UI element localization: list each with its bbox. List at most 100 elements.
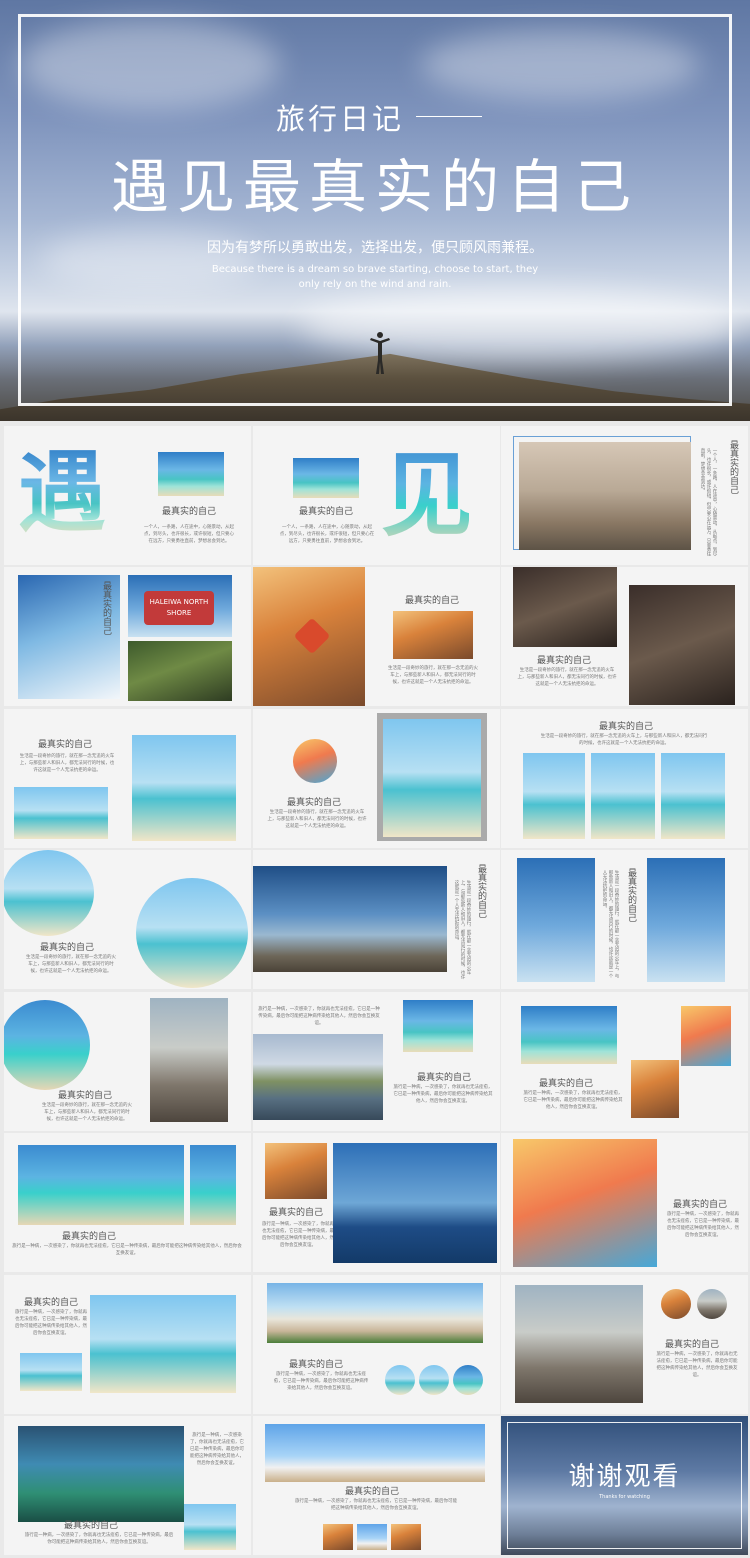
slide-19[interactable]: 最真实的自己 旅行是一种病，一次感染了，你就再也无法痊愈，它已是一种传染病，最后… bbox=[4, 1275, 251, 1414]
photo-boat-detail bbox=[190, 1145, 236, 1225]
slide-body-text: 旅行是一种病，一次感染了，你就再也无法痊愈，它已是一种传染病，最后你可能把这种病… bbox=[24, 1533, 174, 1545]
slide-caption: 最真实的自己 bbox=[62, 1232, 117, 1242]
slide-caption: 最真实的自己 bbox=[58, 1091, 113, 1101]
slide-caption-vertical: 最真实的自己 bbox=[626, 868, 636, 922]
slide-20[interactable]: 最真实的自己 旅行是一种病，一次感染了，你就再也无法痊愈，它已是一种传染病，最后… bbox=[253, 1275, 500, 1414]
slide-caption: 最真实的自己 bbox=[537, 656, 592, 666]
photo-sailboat bbox=[403, 1000, 473, 1052]
slide-caption: 最真实的自己 bbox=[665, 1340, 720, 1350]
photo-round-friends bbox=[293, 739, 337, 783]
slide-caption: 最真实的自己 bbox=[599, 722, 654, 732]
slide-7[interactable]: 最真实的自己 生活是一段奇妙的旅行，就在那一念无追的火车上，与那些新人和旧人，都… bbox=[4, 709, 251, 848]
sign-label: HALEIWA NORTH SHORE bbox=[144, 591, 214, 625]
hero-divider bbox=[416, 116, 482, 117]
slide-caption: 最真实的自己 bbox=[417, 1073, 472, 1083]
slide-body-text: 旅行是一种病，一次感染了，你就再也无法痊愈，它已是一种传染病，最后你可能把这种病… bbox=[667, 1212, 739, 1238]
photo-round-hut bbox=[136, 878, 248, 988]
slide-body-text: 生活是一段奇妙的旅行，就在那一念无追的火车上，与那些新人和旧人，都无法同行的时候… bbox=[26, 955, 116, 974]
photo-cafe bbox=[128, 641, 232, 701]
slide-2[interactable]: 最真实的自己 一个人，一条路，人在途中，心随景动，从起点，到尽头，也许很长，或许… bbox=[253, 426, 500, 565]
slide-body-text: 旅行是一种病，一次感染了，你就再也无法痊愈，它已是一种传染病，最后你可能把这种病… bbox=[258, 1007, 380, 1026]
photo-selfie bbox=[90, 1295, 236, 1393]
photo-deck-sea bbox=[20, 1353, 82, 1391]
slide-body-text: 旅行是一种病，一次感染了，你就再也无法痊愈，它已是一种传染病，最后你可能把这种病… bbox=[295, 1499, 457, 1511]
slide-caption: 最真实的自己 bbox=[673, 1200, 728, 1210]
hero-title: 遇见最真实的自己 bbox=[110, 153, 639, 221]
photo-round-palms bbox=[4, 850, 94, 936]
photo-round-a bbox=[661, 1289, 691, 1319]
photo-maple-leaf bbox=[253, 567, 365, 706]
slide-17[interactable]: 最真实的自己 旅行是一种病，一次感染了，你就再也无法痊愈，它已是一种传染病，最后… bbox=[253, 1133, 500, 1272]
photo-thumb-2 bbox=[357, 1524, 387, 1550]
slide-15[interactable]: 最真实的自己 旅行是一种病，一次感染了，你就再也无法痊愈，它已是一种传染病，最后… bbox=[501, 992, 748, 1131]
slide-caption: 最真实的自己 bbox=[24, 1298, 79, 1308]
photo-sign: HALEIWA NORTH SHORE bbox=[128, 575, 232, 637]
photo-round-underwater bbox=[4, 1000, 90, 1090]
thanks-title: 谢谢观看 bbox=[568, 1462, 681, 1492]
slide-caption-vertical: 最真实的自己 bbox=[728, 440, 738, 494]
slide-body-text: 生活是一段奇妙的旅行，就在那一念无追的火车上，与那些新人和旧人，都无法同行的时候… bbox=[19, 754, 115, 773]
slide-4[interactable]: 最真实的自己 HALEIWA NORTH SHORE bbox=[4, 567, 251, 706]
slide-10[interactable]: 最真实的自己 生活是一段奇妙的旅行，就在那一念无追的火车上，与那些新人和旧人，都… bbox=[4, 850, 251, 989]
slide-caption: 最真实的自己 bbox=[289, 1360, 344, 1370]
slide-12[interactable]: 最真实的自己 生活是一段奇妙的旅行，就在那一念无追的火车上，与那些新人和旧人，都… bbox=[501, 850, 748, 989]
photo-woman-beach bbox=[513, 1139, 657, 1267]
slide-11[interactable]: 最真实的自己 生活是一段奇妙的旅行，就在那一念无追的火车上，与那些新人和旧人，都… bbox=[253, 850, 500, 989]
slide-14[interactable]: 旅行是一种病，一次感染了，你就再也无法痊愈，它已是一种传染病，最后你可能把这种病… bbox=[253, 992, 500, 1131]
photo-coast bbox=[521, 1006, 617, 1064]
photo-rocks-birds bbox=[150, 998, 228, 1122]
slide-caption: 最真实的自己 bbox=[64, 1521, 119, 1531]
slide-body-text-vertical: 生活是一段奇妙的旅行，就在那一念无追的火车上，与那些新人和旧人，都无法同行的时候… bbox=[454, 880, 471, 979]
photo-round-1 bbox=[385, 1365, 415, 1395]
slide-body-text: 旅行是一种病，一次感染了，你就再也无法痊愈，它已是一种传染病，最后你可能把这种病… bbox=[656, 1352, 738, 1378]
slide-caption-vertical: 最真实的自己 bbox=[476, 864, 486, 918]
slide-22[interactable]: 旅行是一种病，一次感染了，你就再也无法痊愈，它已是一种传染病，最后你可能把这种病… bbox=[4, 1416, 251, 1555]
slide-caption: 最真实的自己 bbox=[287, 798, 342, 808]
slide-thanks[interactable]: 谢谢观看 Thanks for watching bbox=[501, 1416, 748, 1555]
slide-caption: 最真实的自己 bbox=[405, 596, 460, 606]
slide-5[interactable]: 最真实的自己 生活是一段奇妙的旅行，就在那一念无追的火车上，与那些新人和旧人，都… bbox=[253, 567, 500, 706]
slide-body-text: 旅行是一种病，一次感染了，你就再也无法痊愈，它已是一种传染病，最后你可能把这种病… bbox=[15, 1310, 87, 1336]
photo-panel-2 bbox=[591, 753, 655, 839]
photo-santorini bbox=[265, 1424, 485, 1482]
big-char-image-text: 见 bbox=[381, 441, 469, 549]
slide-body-text: 旅行是一种病，一次感染了，你就再也无法痊愈，它已是一种传染病，最后你可能把这种病… bbox=[523, 1091, 623, 1110]
photo-pool-loungers bbox=[18, 1426, 184, 1522]
slide-8[interactable]: 最真实的自己 生活是一段奇妙的旅行，就在那一念无追的火车上，与那些新人和旧人，都… bbox=[253, 709, 500, 848]
slide-caption: 最真实的自己 bbox=[162, 507, 217, 517]
photo-lake-dock bbox=[253, 1034, 383, 1120]
photo-round-3 bbox=[453, 1365, 483, 1395]
slide-21[interactable]: 最真实的自己 旅行是一种病，一次感染了，你就再也无法痊愈，它已是一种传染病，最后… bbox=[501, 1275, 748, 1414]
photo-resort-shore bbox=[267, 1283, 483, 1343]
photo-round-b bbox=[697, 1289, 727, 1319]
slide-body-text-vertical: 一个人，一条路，人在途中，心随景动，从起点，到尽头，也许很长，或许很短，但只要心… bbox=[700, 448, 717, 556]
slide-16[interactable]: 最真实的自己 旅行是一种病，一次感染了，你就再也无法痊愈，它已是一种传染病，最后… bbox=[4, 1133, 251, 1272]
hero-banner: 旅行日记 遇见最真实的自己 因为有梦所以勇敢出发，选择出发，便只顾风雨兼程。 B… bbox=[0, 0, 750, 421]
photo-panel-1 bbox=[523, 753, 585, 839]
slide-body-text: 旅行是一种病，一次感染了，你就再也无法痊愈，它已是一种传染病，最后你可能把这种病… bbox=[393, 1085, 493, 1104]
photo-woman-portrait bbox=[629, 585, 735, 705]
photo-island bbox=[293, 458, 359, 498]
slide-caption: 最真实的自己 bbox=[539, 1079, 594, 1089]
big-char-image-text: 遇 bbox=[18, 444, 110, 540]
photo-pool-hut bbox=[383, 719, 481, 837]
thanks-subtitle: Thanks for watching bbox=[599, 1494, 650, 1500]
slide-body-text: 生活是一段奇妙的旅行，就在那一念无追的火车上，与那些新人和旧人，都无法同行的时候… bbox=[267, 810, 367, 829]
photo-harbor bbox=[158, 452, 224, 496]
slide-23[interactable]: 最真实的自己 旅行是一种病，一次感染了，你就再也无法痊愈，它已是一种传染病，最后… bbox=[253, 1416, 500, 1555]
slide-6[interactable]: 最真实的自己 生活是一段奇妙的旅行，就在那一念无追的火车上，与那些新人和旧人，都… bbox=[501, 567, 748, 706]
photo-longtail-boats bbox=[18, 1145, 184, 1225]
photo-straw-hat bbox=[631, 1060, 679, 1118]
photo-panel-3 bbox=[661, 753, 725, 839]
slide-18[interactable]: 最真实的自己 旅行是一种病，一次感染了，你就再也无法痊愈，它已是一种传染病，最后… bbox=[501, 1133, 748, 1272]
slide-1[interactable]: 遇 最真实的自己 一个人，一条路，人在途中，心随景动，从起点，到尽头，也许很长，… bbox=[4, 426, 251, 565]
photo-deck-chairs bbox=[132, 735, 236, 841]
slide-9[interactable]: 最真实的自己 生活是一段奇妙的旅行，就在那一念无追的火车上，与那些新人和旧人，都… bbox=[501, 709, 748, 848]
photo-thumb-1 bbox=[323, 1524, 353, 1550]
slide-13[interactable]: 最真实的自己 生活是一段奇妙的旅行，就在那一念无追的火车上，与那些新人和旧人，都… bbox=[4, 992, 251, 1131]
hero-tagline-cn: 因为有梦所以勇敢出发，选择出发，便只顾风雨兼程。 bbox=[207, 240, 543, 256]
slide-3[interactable]: 最真实的自己 一个人，一条路，人在途中，心随景动，从起点，到尽头，也许很长，或许… bbox=[501, 426, 748, 565]
slide-body-text: 旅行是一种病，一次感染了，你就再也无法痊愈，它已是一种传染病，最后你可能把这种病… bbox=[273, 1372, 369, 1391]
photo-palms-2 bbox=[647, 858, 725, 982]
slide-body-text: 生活是一段奇妙的旅行，就在那一念无追的火车上，与那些新人和旧人，都无法同行的时候… bbox=[42, 1103, 132, 1122]
